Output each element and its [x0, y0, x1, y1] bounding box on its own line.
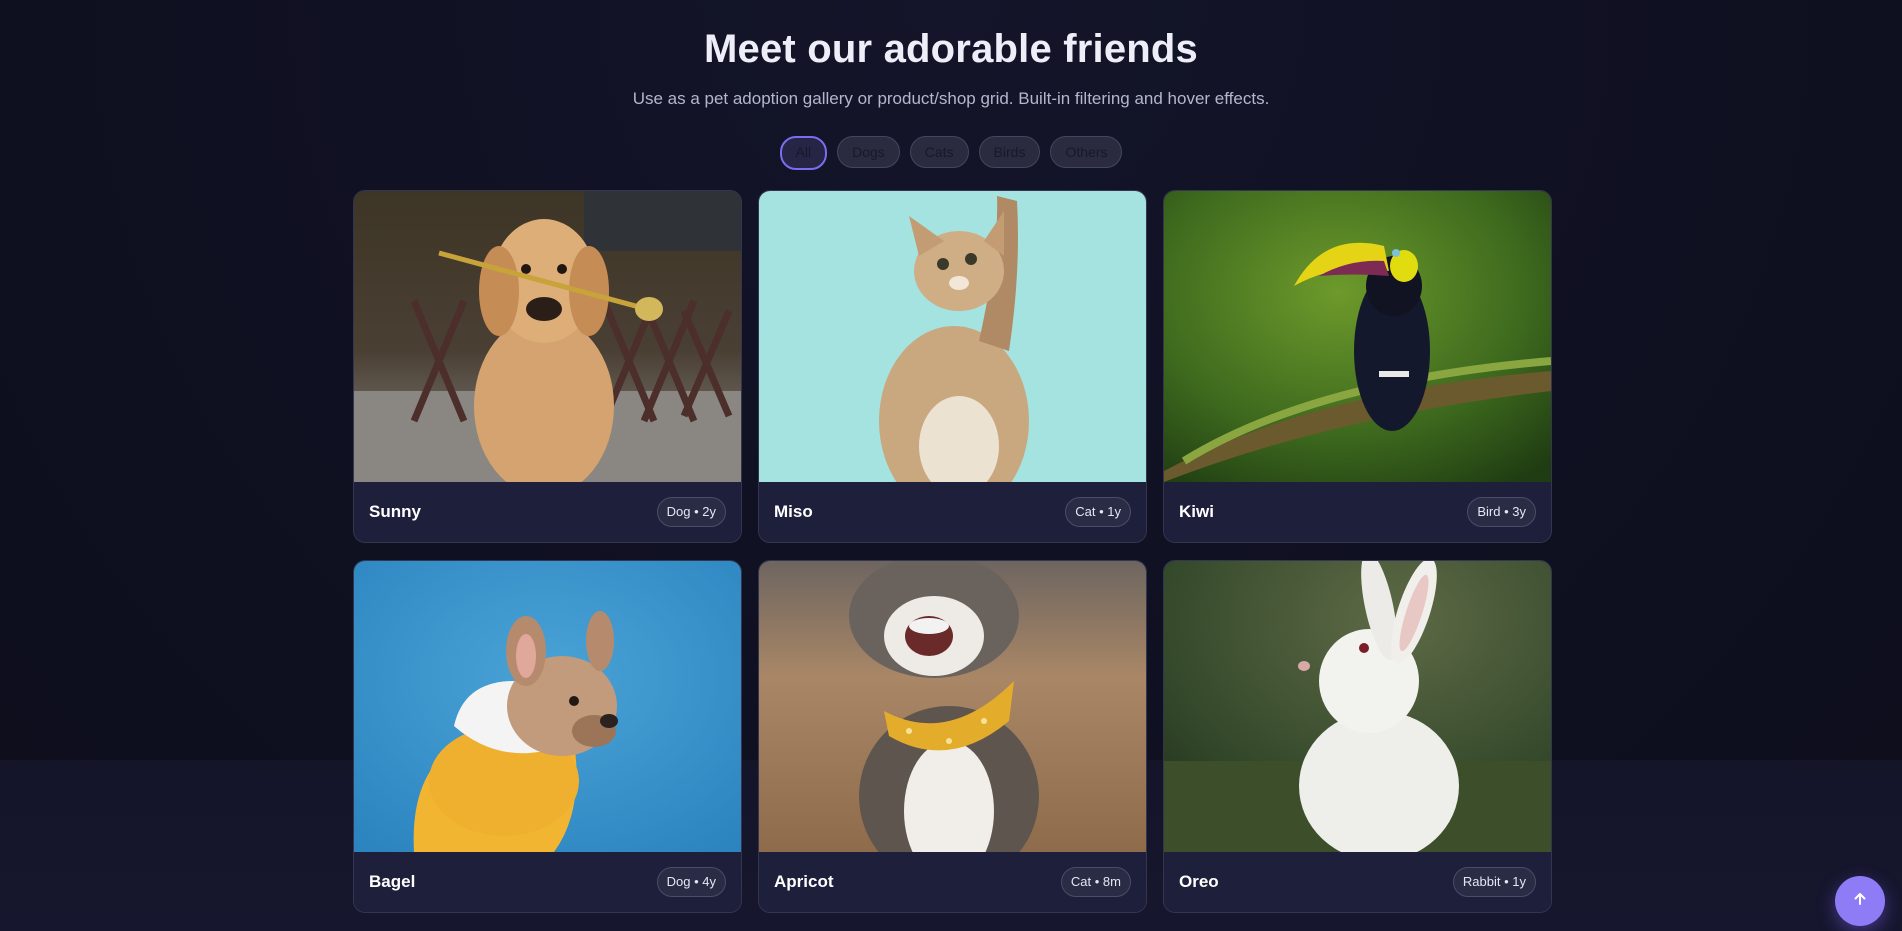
pet-card-sunny[interactable]: Sunny Dog • 2y	[353, 190, 742, 543]
pet-badge: Cat • 8m	[1060, 867, 1131, 897]
pet-name: Oreo	[1179, 872, 1219, 891]
pet-badge: Rabbit • 1y	[1452, 867, 1536, 897]
filter-birds[interactable]: Birds	[978, 136, 1041, 168]
filter-dogs[interactable]: Dogs	[837, 136, 900, 168]
filter-others[interactable]: Others	[1050, 136, 1123, 168]
pet-grid: Sunny Dog • 2y Miso Cat • 1y Kiwi Bird •…	[353, 190, 1552, 913]
filter-cats[interactable]: Cats	[909, 136, 969, 168]
pet-name: Apricot	[774, 872, 834, 891]
pet-card-miso[interactable]: Miso Cat • 1y	[758, 190, 1147, 543]
golden-retriever-photo	[354, 191, 741, 482]
pet-name: Sunny	[369, 502, 421, 521]
french-bulldog-photo	[354, 561, 741, 852]
pet-name: Miso	[774, 502, 813, 521]
pet-card-oreo[interactable]: Oreo Rabbit • 1y	[1163, 560, 1552, 913]
pet-info: Kiwi Bird • 3y	[1164, 482, 1551, 542]
filter-all[interactable]: All	[779, 136, 828, 170]
pet-badge: Cat • 1y	[1065, 497, 1131, 527]
arrow-up-icon	[1852, 891, 1868, 912]
pet-info: Oreo Rabbit • 1y	[1164, 852, 1551, 912]
pet-card-bagel[interactable]: Bagel Dog • 4y	[353, 560, 742, 913]
pet-info: Miso Cat • 1y	[759, 482, 1146, 542]
kitten-photo	[759, 191, 1146, 482]
white-rabbit-photo	[1164, 561, 1551, 852]
filter-bar: All Dogs Cats Birds Others	[0, 136, 1902, 170]
gallery-section: Meet our adorable friends Use as a pet a…	[0, 0, 1902, 170]
tabby-cat-photo	[759, 561, 1146, 852]
scroll-to-top-button[interactable]	[1835, 876, 1885, 926]
page-subtitle: Use as a pet adoption gallery or product…	[632, 89, 1270, 108]
pet-card-apricot[interactable]: Apricot Cat • 8m	[758, 560, 1147, 913]
pet-name: Bagel	[369, 872, 416, 891]
pet-info: Apricot Cat • 8m	[759, 852, 1146, 912]
pet-card-kiwi[interactable]: Kiwi Bird • 3y	[1163, 190, 1552, 543]
pet-badge: Dog • 2y	[656, 497, 726, 527]
pet-badge: Bird • 3y	[1467, 497, 1536, 527]
pet-badge: Dog • 4y	[656, 867, 726, 897]
toucan-photo	[1164, 191, 1551, 482]
pet-info: Bagel Dog • 4y	[354, 852, 741, 912]
pet-name: Kiwi	[1179, 502, 1214, 521]
pet-info: Sunny Dog • 2y	[354, 482, 741, 542]
page-title: Meet our adorable friends	[704, 27, 1198, 71]
